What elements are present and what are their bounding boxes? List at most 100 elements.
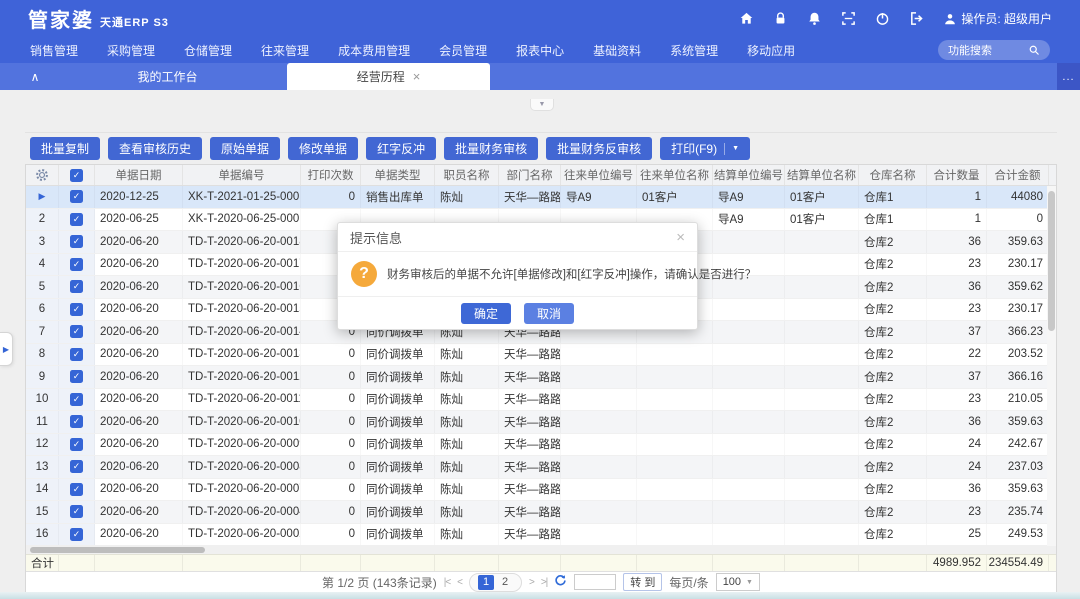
tab-my-workspace[interactable]: 我的工作台	[55, 63, 280, 90]
per-page-select[interactable]: 100 ▼	[716, 573, 760, 591]
table-row[interactable]: 9✓2020-06-20TD-T-2020-06-20-00120同价调拨单陈灿…	[26, 366, 1056, 389]
cell-单据编号: TD-T-2020-06-20-0009	[183, 434, 301, 456]
cancel-button[interactable]: 取消	[524, 303, 574, 324]
tab-label: 我的工作台	[137, 68, 197, 85]
close-icon[interactable]: ×	[676, 229, 685, 246]
app-product-name: 天通ERP S3	[100, 14, 169, 30]
bell-icon[interactable]	[807, 11, 822, 26]
menu-item-会员管理[interactable]: 会员管理	[439, 42, 487, 59]
row-checkbox[interactable]: ✓	[70, 280, 83, 293]
row-checkbox[interactable]: ✓	[70, 438, 83, 451]
search-icon	[1028, 44, 1040, 56]
table-row[interactable]: 11✓2020-06-20TD-T-2020-06-20-00100同价调拨单陈…	[26, 411, 1056, 434]
table-row[interactable]: ▶✓2020-12-25XK-T-2021-01-25-00010销售出库单陈灿…	[26, 186, 1056, 209]
refresh-icon[interactable]	[554, 574, 567, 590]
row-checkbox[interactable]: ✓	[70, 348, 83, 361]
row-checkbox[interactable]: ✓	[70, 190, 83, 203]
header-cell-合计数量[interactable]: 合计数量	[927, 165, 987, 185]
menu-item-销售管理[interactable]: 销售管理	[30, 42, 78, 59]
toolbar-button-批量财务反审核[interactable]: 批量财务反审核	[546, 137, 652, 160]
row-checkbox[interactable]: ✓	[70, 415, 83, 428]
header-cell-单据编号[interactable]: 单据编号	[183, 165, 301, 185]
last-page-icon[interactable]: >|	[541, 577, 547, 588]
table-row[interactable]: 8✓2020-06-20TD-T-2020-06-20-00130同价调拨单陈灿…	[26, 344, 1056, 367]
menu-item-仓储管理[interactable]: 仓储管理	[184, 42, 232, 59]
row-checkbox[interactable]: ✓	[70, 258, 83, 271]
function-search-input[interactable]: 功能搜索	[938, 40, 1050, 60]
power-icon[interactable]	[875, 11, 890, 26]
row-checkbox[interactable]: ✓	[70, 235, 83, 248]
menu-item-基础资料[interactable]: 基础资料	[593, 42, 641, 59]
row-checkbox[interactable]: ✓	[70, 460, 83, 473]
horizontal-scrollbar-thumb[interactable]	[30, 547, 205, 553]
header-cell-单据日期[interactable]: 单据日期	[95, 165, 183, 185]
vertical-scrollbar-thumb[interactable]	[1048, 191, 1055, 331]
table-row[interactable]: 13✓2020-06-20TD-T-2020-06-20-00080同价调拨单陈…	[26, 456, 1056, 479]
tab-overflow-button[interactable]: ...	[1057, 63, 1080, 90]
toolbar-button-批量财务审核[interactable]: 批量财务审核	[444, 137, 538, 160]
table-row[interactable]: 10✓2020-06-20TD-T-2020-06-20-00110同价调拨单陈…	[26, 389, 1056, 412]
column-settings-gear-icon[interactable]	[26, 165, 59, 185]
header-cell-打印次数[interactable]: 打印次数	[301, 165, 361, 185]
prev-page-icon[interactable]: <	[457, 577, 462, 588]
header-cell-结算单位名称[interactable]: 结算单位名称	[785, 165, 859, 185]
header-cell-部门名称[interactable]: 部门名称	[499, 165, 561, 185]
row-checkbox[interactable]: ✓	[70, 483, 83, 496]
cell-职员名称: 陈灿	[435, 479, 499, 501]
toolbar-button-批量复制[interactable]: 批量复制	[30, 137, 100, 160]
first-page-icon[interactable]: |<	[444, 577, 450, 588]
print-button[interactable]: 打印(F9) ▼	[660, 137, 750, 160]
row-checkbox[interactable]: ✓	[70, 393, 83, 406]
toolbar-button-原始单据[interactable]: 原始单据	[210, 137, 280, 160]
cell-合计数量: 24	[927, 434, 987, 456]
filter-collapse-handle[interactable]: ▼	[530, 99, 554, 111]
table-row[interactable]: 12✓2020-06-20TD-T-2020-06-20-00090同价调拨单陈…	[26, 434, 1056, 457]
row-checkbox[interactable]: ✓	[70, 303, 83, 316]
menu-item-移动应用[interactable]: 移动应用	[747, 42, 795, 59]
menu-item-报表中心[interactable]: 报表中心	[516, 42, 564, 59]
row-checkbox[interactable]: ✓	[70, 213, 83, 226]
cell-合计数量: 37	[927, 366, 987, 388]
toolbar-button-红字反冲[interactable]: 红字反冲	[366, 137, 436, 160]
row-checkbox[interactable]: ✓	[70, 505, 83, 518]
toolbar-button-修改单据[interactable]: 修改单据	[288, 137, 358, 160]
header-cell-往来单位名称[interactable]: 往来单位名称	[637, 165, 713, 185]
row-checkbox[interactable]: ✓	[70, 325, 83, 338]
totals-empty-cell	[561, 555, 637, 571]
row-checkbox[interactable]: ✓	[70, 370, 83, 383]
close-icon[interactable]: ×	[413, 69, 421, 84]
table-row[interactable]: 16✓2020-06-20TD-T-2020-06-20-00020同价调拨单陈…	[26, 524, 1056, 547]
toolbar-button-查看审核历史[interactable]: 查看审核历史	[108, 137, 202, 160]
page-button-2[interactable]: 2	[497, 575, 513, 590]
tab-business-history[interactable]: 经营历程 ×	[287, 63, 490, 90]
vertical-scrollbar[interactable]	[1047, 186, 1056, 546]
goto-page-button[interactable]: 转 到	[623, 573, 662, 591]
side-panel-toggle[interactable]: ▶	[0, 332, 13, 366]
menu-item-采购管理[interactable]: 采购管理	[107, 42, 155, 59]
table-row[interactable]: 15✓2020-06-20TD-T-2020-06-20-00040同价调拨单陈…	[26, 501, 1056, 524]
row-checkbox[interactable]: ✓	[70, 528, 83, 541]
menu-item-系统管理[interactable]: 系统管理	[670, 42, 718, 59]
header-cell-单据类型[interactable]: 单据类型	[361, 165, 435, 185]
scan-icon[interactable]	[841, 11, 856, 26]
totals-empty-cell	[499, 555, 561, 571]
row-index-cell: 6	[26, 299, 59, 321]
header-cell-职员名称[interactable]: 职员名称	[435, 165, 499, 185]
home-icon[interactable]	[739, 11, 754, 26]
header-cell-仓库名称[interactable]: 仓库名称	[859, 165, 927, 185]
header-cell-合计金额[interactable]: 合计金额	[987, 165, 1049, 185]
page-button-1[interactable]: 1	[478, 575, 494, 590]
header-cell-往来单位编号[interactable]: 往来单位编号	[561, 165, 637, 185]
select-all-checkbox[interactable]: ✓	[70, 169, 83, 182]
lock-icon[interactable]	[773, 11, 788, 26]
ok-button[interactable]: 确定	[461, 303, 511, 324]
logout-icon[interactable]	[909, 11, 924, 26]
header-cell-结算单位编号[interactable]: 结算单位编号	[713, 165, 785, 185]
menu-item-往来管理[interactable]: 往来管理	[261, 42, 309, 59]
chevron-up-icon[interactable]: ∧	[20, 63, 50, 90]
menu-item-成本费用管理[interactable]: 成本费用管理	[338, 42, 410, 59]
horizontal-scrollbar[interactable]	[26, 546, 1056, 554]
goto-page-input[interactable]	[574, 574, 616, 590]
next-page-icon[interactable]: >	[529, 577, 534, 588]
table-row[interactable]: 14✓2020-06-20TD-T-2020-06-20-00070同价调拨单陈…	[26, 479, 1056, 502]
